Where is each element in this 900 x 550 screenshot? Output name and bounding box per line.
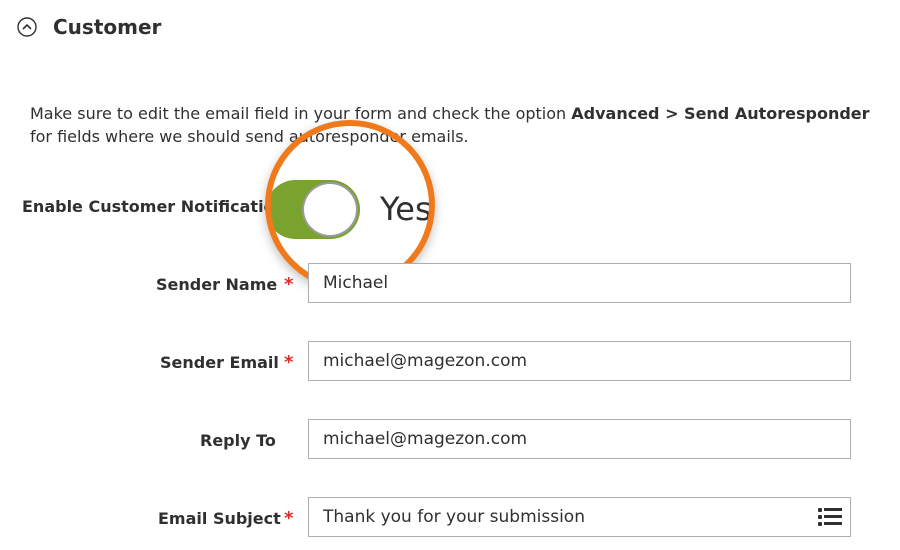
email-subject-label: Email Subject bbox=[158, 509, 281, 528]
email-subject-field[interactable] bbox=[308, 497, 851, 537]
enable-notification-label: Enable Customer Notification bbox=[22, 197, 286, 216]
reply-to-label: Reply To bbox=[200, 431, 276, 450]
sender-email-field[interactable] bbox=[308, 341, 851, 381]
reply-to-field[interactable] bbox=[308, 419, 851, 459]
reply-to-input[interactable] bbox=[309, 420, 850, 458]
section-header[interactable]: Customer bbox=[17, 12, 161, 42]
required-marker: * bbox=[284, 508, 294, 529]
autoresponder-note: Make sure to edit the email field in you… bbox=[30, 102, 880, 148]
note-option-path: Advanced > Send Autoresponder bbox=[571, 104, 870, 123]
required-marker: * bbox=[284, 274, 294, 295]
chevron-up-circle-icon[interactable] bbox=[17, 17, 37, 37]
note-prefix: Make sure to edit the email field in you… bbox=[30, 104, 572, 123]
sender-name-input[interactable] bbox=[309, 264, 850, 302]
required-marker: * bbox=[284, 352, 294, 373]
email-subject-input[interactable] bbox=[309, 498, 850, 536]
sender-name-label: Sender Name bbox=[156, 275, 278, 294]
sender-name-field[interactable] bbox=[308, 263, 851, 303]
section-title: Customer bbox=[53, 15, 162, 39]
sender-email-label: Sender Email bbox=[160, 353, 279, 372]
list-icon[interactable] bbox=[816, 505, 844, 529]
sender-email-input[interactable] bbox=[309, 342, 850, 380]
